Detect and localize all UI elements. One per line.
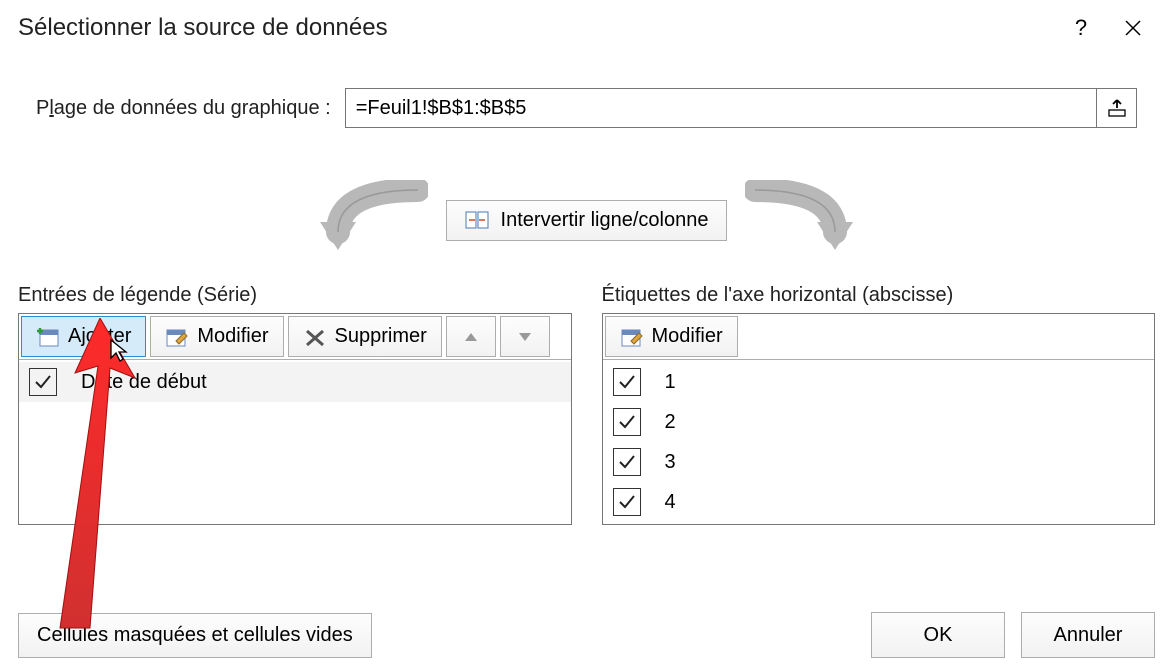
triangle-down-icon <box>517 331 533 343</box>
chart-data-range-input-wrap <box>345 88 1137 128</box>
axis-label-item[interactable]: 1 <box>603 362 1155 402</box>
switch-row-column-label: Intervertir ligne/colonne <box>501 209 709 232</box>
axis-label-item[interactable]: 2 <box>603 402 1155 442</box>
move-down-button[interactable] <box>500 316 550 357</box>
panels: Entrées de légende (Série) Ajouter Modif… <box>0 260 1173 525</box>
curved-arrow-left-icon <box>288 180 428 260</box>
switch-icon <box>465 209 489 231</box>
axis-labels-box: Modifier 1 2 3 4 <box>602 313 1156 525</box>
edit-icon <box>165 326 189 348</box>
triangle-up-icon <box>463 331 479 343</box>
axis-toolbar: Modifier <box>603 314 1155 360</box>
swap-row: Intervertir ligne/colonne <box>0 180 1173 260</box>
edit-icon <box>620 326 644 348</box>
axis-labels-panel: Étiquettes de l'axe horizontal (abscisse… <box>602 284 1156 525</box>
checkbox[interactable] <box>613 368 641 396</box>
edit-series-button[interactable]: Modifier <box>150 316 283 357</box>
edit-series-label: Modifier <box>197 325 268 348</box>
title-bar: Sélectionner la source de données ? <box>0 0 1173 48</box>
dialog-footer: Cellules masquées et cellules vides OK A… <box>18 612 1155 658</box>
delete-series-label: Supprimer <box>335 325 427 348</box>
checkbox[interactable] <box>613 408 641 436</box>
axis-category-label: 2 <box>665 411 676 434</box>
axis-label-item[interactable]: 3 <box>603 442 1155 482</box>
chart-data-range-input[interactable] <box>346 89 1096 127</box>
cancel-button[interactable]: Annuler <box>1021 612 1155 658</box>
edit-axis-button[interactable]: Modifier <box>605 316 738 357</box>
checkbox[interactable] <box>613 488 641 516</box>
legend-entries-panel: Entrées de légende (Série) Ajouter Modif… <box>18 284 572 525</box>
legend-series-item[interactable]: Date de début <box>19 362 571 402</box>
ok-button[interactable]: OK <box>871 612 1005 658</box>
axis-label-item[interactable]: 4 <box>603 482 1155 522</box>
help-button[interactable]: ? <box>1055 8 1107 48</box>
axis-labels-label: Étiquettes de l'axe horizontal (abscisse… <box>602 284 1156 307</box>
checkbox[interactable] <box>29 368 57 396</box>
axis-category-label: 4 <box>665 491 676 514</box>
legend-entries-label: Entrées de légende (Série) <box>18 284 572 307</box>
legend-entries-box: Ajouter Modifier Supprimer Date de début <box>18 313 572 525</box>
delete-icon <box>303 326 327 348</box>
hidden-cells-button[interactable]: Cellules masquées et cellules vides <box>18 613 372 658</box>
add-series-button[interactable]: Ajouter <box>21 316 146 357</box>
range-picker-button[interactable] <box>1096 89 1136 127</box>
switch-row-column-button[interactable]: Intervertir ligne/colonne <box>446 200 728 241</box>
delete-series-button[interactable]: Supprimer <box>288 316 442 357</box>
legend-series-list[interactable]: Date de début <box>19 360 571 524</box>
legend-toolbar: Ajouter Modifier Supprimer <box>19 314 571 360</box>
chart-data-range-label: Plage de données du graphique : <box>36 97 331 120</box>
curved-arrow-right-icon <box>745 180 885 260</box>
dialog-title: Sélectionner la source de données <box>18 14 1055 42</box>
series-name: Date de début <box>81 371 207 394</box>
move-up-button[interactable] <box>446 316 496 357</box>
checkbox[interactable] <box>613 448 641 476</box>
axis-category-label: 1 <box>665 371 676 394</box>
add-series-label: Ajouter <box>68 325 131 348</box>
chart-data-range-row: Plage de données du graphique : <box>0 48 1173 128</box>
edit-axis-label: Modifier <box>652 325 723 348</box>
axis-labels-list[interactable]: 1 2 3 4 <box>603 360 1155 524</box>
add-icon <box>36 326 60 348</box>
axis-category-label: 3 <box>665 451 676 474</box>
close-button[interactable] <box>1107 8 1159 48</box>
